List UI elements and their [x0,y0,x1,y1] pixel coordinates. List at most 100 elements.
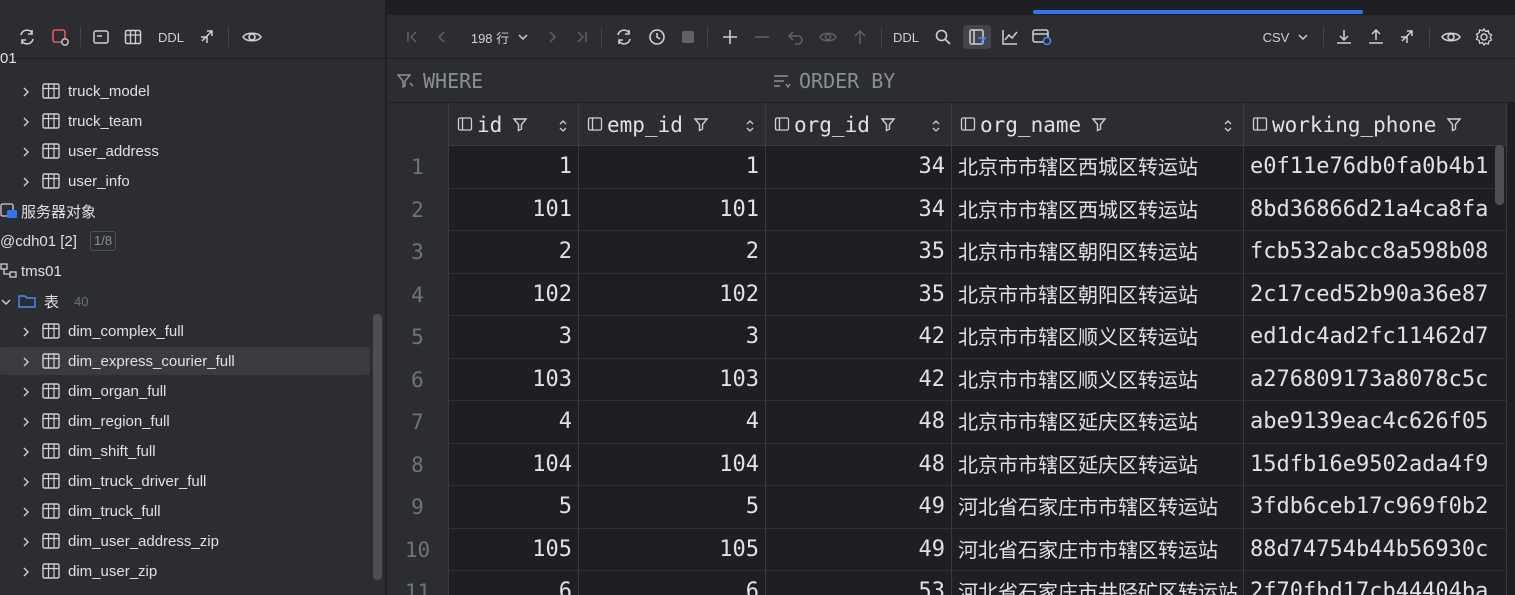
cell-id[interactable]: 4 [449,401,579,443]
column-filter-icon[interactable] [512,113,528,137]
chevron-right-icon[interactable] [20,355,32,367]
cell-emp-id[interactable]: 2 [579,231,766,273]
tree-item-cdh01-2[interactable]: @cdh01 [2] 1/8 [0,227,372,255]
view-settings-icon[interactable] [1029,25,1055,49]
cell-emp-id[interactable]: 5 [579,486,766,528]
cell-org-id[interactable]: 49 [766,528,952,571]
next-page-icon[interactable] [541,25,563,49]
cell-working-phone[interactable]: 2f70fbd17cb44404ba [1244,571,1507,595]
cell-org-name[interactable]: 北京市市辖区西城区转运站 [952,188,1244,231]
cell-id[interactable]: 103 [449,358,579,401]
reload-icon[interactable] [611,25,637,49]
table-row[interactable]: 7 4 4 48 北京市市辖区延庆区转运站 abe9139eac4c626f05 [387,401,1507,444]
tree-item-truck-team[interactable]: truck_team [0,107,372,135]
chevron-right-icon[interactable] [20,475,32,487]
chevron-right-icon[interactable] [20,175,32,187]
cell-id[interactable]: 101 [449,188,579,231]
row-number[interactable]: 4 [387,273,449,316]
chart-icon[interactable] [997,25,1023,49]
row-number[interactable]: 2 [387,188,449,231]
row-number[interactable]: 3 [387,231,449,273]
cell-emp-id[interactable]: 102 [579,273,766,316]
tree-item-user-info[interactable]: user_info [0,167,372,195]
cell-working-phone[interactable]: e0f11e76db0fa0b4b1 [1244,146,1507,188]
tree-item-dim-user-zip[interactable]: dim_user_zip [0,557,372,585]
table-row[interactable]: 1 1 1 34 北京市市辖区西城区转运站 e0f11e76db0fa0b4b1 [387,146,1507,189]
cell-emp-id[interactable]: 1 [579,146,766,188]
tree-item-dim-region-full[interactable]: dim_region_full [0,407,372,435]
row-number[interactable]: 1 [387,146,449,188]
cell-id[interactable]: 102 [449,273,579,316]
chevron-right-icon[interactable] [20,505,32,517]
chevron-right-icon[interactable] [20,535,32,547]
chevron-right-icon[interactable] [20,145,32,157]
cell-org-id[interactable]: 53 [766,571,952,595]
cell-emp-id[interactable]: 103 [579,358,766,401]
row-number[interactable]: 8 [387,443,449,486]
clock-icon[interactable] [644,25,670,49]
cell-emp-id[interactable]: 3 [579,316,766,358]
cell-org-id[interactable]: 34 [766,188,952,231]
cell-working-phone[interactable]: fcb532abcc8a598b08 [1244,231,1507,273]
previous-page-icon[interactable] [431,25,453,49]
filter-panel-toggle-icon[interactable] [963,25,991,49]
cell-working-phone[interactable]: abe9139eac4c626f05 [1244,401,1507,443]
tree-item-dim-truck-full[interactable]: dim_truck_full [0,497,372,525]
cell-emp-id[interactable]: 105 [579,528,766,571]
chevron-right-icon[interactable] [20,385,32,397]
table-row[interactable]: 9 5 5 49 河北省石家庄市市辖区转运站 3fdb6ceb17c969f0b2 [387,486,1507,529]
cell-id[interactable]: 5 [449,486,579,528]
cell-emp-id[interactable]: 4 [579,401,766,443]
cell-working-phone[interactable]: ed1dc4ad2fc11462d7 [1244,316,1507,358]
table-row[interactable]: 5 3 3 42 北京市市辖区顺义区转运站 ed1dc4ad2fc11462d7 [387,316,1507,359]
cell-working-phone[interactable]: 15dfb16e9502ada4f9 [1244,443,1507,486]
submit-icon[interactable] [847,25,873,49]
stop-query-icon[interactable] [677,25,699,49]
cell-org-id[interactable]: 49 [766,486,952,528]
delete-row-icon[interactable] [749,25,775,49]
row-number[interactable]: 7 [387,401,449,443]
tree-item-01[interactable]: 01 [0,44,372,72]
tree-item-dim-truck-driver-full[interactable]: dim_truck_driver_full [0,467,372,495]
add-row-icon[interactable] [717,25,743,49]
cell-emp-id[interactable]: 6 [579,571,766,595]
cell-org-name[interactable]: 河北省石家庄市井陉矿区转运站 [952,571,1244,595]
chevron-right-icon[interactable] [20,565,32,577]
chevron-right-icon[interactable] [20,325,32,337]
cell-org-name[interactable]: 北京市市辖区朝阳区转运站 [952,273,1244,316]
cell-id[interactable]: 1 [449,146,579,188]
cell-org-name[interactable]: 北京市市辖区顺义区转运站 [952,316,1244,358]
cell-id[interactable]: 105 [449,528,579,571]
cell-org-id[interactable]: 42 [766,358,952,401]
cell-emp-id[interactable]: 101 [579,188,766,231]
column-header-id[interactable]: id [449,103,579,146]
cell-working-phone[interactable]: 88d74754b44b56930c [1244,528,1507,571]
tree-item-user-address[interactable]: user_address [0,137,372,165]
cell-org-name[interactable]: 河北省石家庄市市辖区转运站 [952,528,1244,571]
schema-count-badge[interactable]: 1/8 [90,231,117,251]
cell-org-id[interactable]: 35 [766,231,952,273]
first-page-icon[interactable] [401,25,423,49]
table-row[interactable]: 10 105 105 49 河北省石家庄市市辖区转运站 88d74754b44b56930… [387,528,1507,571]
table-row[interactable]: 4 102 102 35 北京市市辖区朝阳区转运站 2c17ced52b90a36e87 [387,273,1507,316]
row-number[interactable]: 11 [387,571,449,595]
row-number[interactable]: 6 [387,358,449,401]
chevron-right-icon[interactable] [20,415,32,427]
sort-toggle-icon[interactable] [1223,115,1233,139]
download-icon[interactable] [1331,25,1357,49]
table-row[interactable]: 11 6 6 53 河北省石家庄市井陉矿区转运站 2f70fbd17cb44404ba [387,571,1507,595]
cell-org-name[interactable]: 北京市市辖区延庆区转运站 [952,401,1244,443]
cell-id[interactable]: 104 [449,443,579,486]
cell-org-id[interactable]: 48 [766,443,952,486]
chevron-right-icon[interactable] [20,85,32,97]
row-number[interactable]: 5 [387,316,449,358]
column-header-working-phone[interactable]: working_phone [1244,103,1507,146]
cell-id[interactable]: 3 [449,316,579,358]
column-header-emp-id[interactable]: emp_id [579,103,766,146]
explorer-scrollbar[interactable] [373,314,382,580]
cell-working-phone[interactable]: a276809173a8078c5c [1244,358,1507,401]
cell-org-id[interactable]: 35 [766,273,952,316]
column-header-org-id[interactable]: org_id [766,103,952,146]
tree-item-dim-complex-full[interactable]: dim_complex_full [0,317,372,345]
cell-org-id[interactable]: 34 [766,146,952,188]
